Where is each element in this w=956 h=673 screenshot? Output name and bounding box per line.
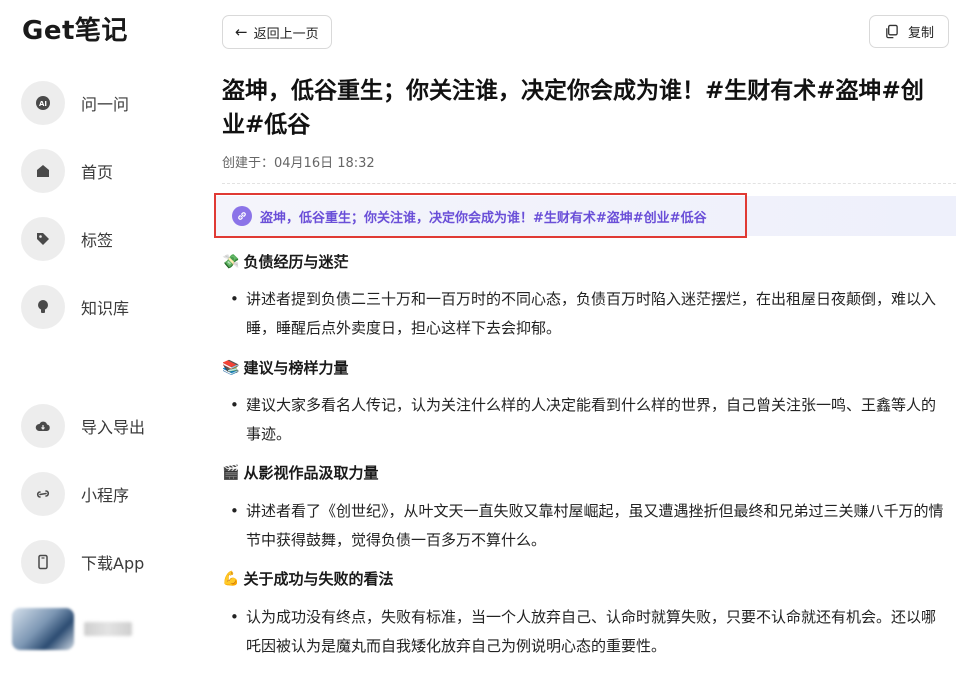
user-profile[interactable]	[12, 608, 132, 650]
books-icon: 📚	[222, 359, 240, 376]
sidebar-item-label: 小程序	[81, 486, 130, 505]
home-icon	[21, 149, 65, 193]
list-item: 讲述者提到负债二三十万和一百万时的不同心态，负债百万时陷入迷茫摆烂，在出租屋日夜…	[230, 285, 950, 343]
section-title: 建议与榜样力量	[243, 359, 349, 377]
sidebar: Get笔记 AI 问一问 首页 标签 知识库 导入导出 小程序 下载App	[0, 0, 196, 673]
tag-icon	[21, 217, 65, 261]
sidebar-item-ask[interactable]: AI 问一问	[21, 81, 191, 125]
copy-button-label: 复制	[907, 26, 934, 41]
arrow-left-icon: ←	[235, 23, 248, 41]
sidebar-item-tags[interactable]: 标签	[21, 217, 191, 261]
section-heading: 📚 建议与榜样力量	[222, 357, 348, 378]
muscle-icon: 💪	[222, 570, 240, 587]
avatar[interactable]	[12, 608, 74, 650]
created-time: 创建于：04月16日 18:32	[222, 156, 375, 171]
sidebar-item-label: 首页	[81, 163, 114, 182]
sidebar-item-label: 下载App	[81, 554, 145, 573]
list-item: 建议大家多看名人传记，认为关注什么样的人决定能看到什么样的世界，自己曾关注张一鸣…	[230, 391, 950, 449]
copy-button[interactable]: 复制	[868, 15, 949, 48]
cloud-icon	[21, 404, 65, 448]
sidebar-item-home[interactable]: 首页	[21, 149, 191, 193]
section-title: 关于成功与失败的看法	[243, 570, 394, 588]
section-heading: 💪 关于成功与失败的看法	[222, 568, 393, 589]
ai-icon: AI	[21, 81, 65, 125]
sidebar-item-download-app[interactable]: 下载App	[21, 540, 191, 584]
section-heading: 💸 负债经历与迷茫	[222, 251, 348, 272]
sidebar-item-label: 问一问	[81, 95, 130, 114]
app-logo[interactable]: Get笔记	[22, 10, 128, 47]
source-link[interactable]: 盗坤，低谷重生；你关注谁，决定你会成为谁！#生财有术#盗坤#创业#低谷	[216, 196, 956, 236]
svg-text:AI: AI	[39, 100, 47, 108]
clapper-icon: 🎬	[222, 464, 240, 481]
section-heading: 🎬 从影视作品汲取力量	[222, 462, 378, 483]
section-title: 负债经历与迷茫	[243, 253, 349, 271]
source-link-text: 盗坤，低谷重生；你关注谁，决定你会成为谁！#生财有术#盗坤#创业#低谷	[260, 210, 707, 226]
note-detail: ← 返回上一页 复制 盗坤，低谷重生；你关注谁，决定你会成为谁！#生财有术#盗坤…	[214, 0, 956, 673]
section-title: 从影视作品汲取力量	[243, 464, 379, 482]
link-icon	[232, 206, 252, 226]
money-icon: 💸	[222, 253, 240, 270]
list-item: 讲述者看了《创世纪》，从叶文天一直失败又靠村屋崛起，虽又遭遇挫折但最终和兄弟过三…	[230, 497, 950, 555]
page-title: 盗坤，低谷重生；你关注谁，决定你会成为谁！#生财有术#盗坤#创业#低谷	[222, 78, 924, 138]
sidebar-item-label: 标签	[81, 231, 114, 250]
sidebar-item-label: 知识库	[81, 299, 130, 318]
bulb-icon	[21, 285, 65, 329]
sidebar-item-import-export[interactable]: 导入导出	[21, 404, 191, 448]
list-item: 认为成功没有终点，失败有标准，当一个人放弃自己、认命时就算失败，只要不认命就还有…	[230, 603, 950, 661]
back-button[interactable]: ← 返回上一页	[222, 15, 332, 49]
sidebar-item-mini-program[interactable]: 小程序	[21, 472, 191, 516]
back-button-label: 返回上一页	[253, 26, 319, 42]
sidebar-item-label: 导入导出	[81, 418, 146, 437]
sidebar-item-knowledge[interactable]: 知识库	[21, 285, 191, 329]
phone-icon	[21, 540, 65, 584]
user-name-blurred	[84, 622, 132, 636]
link-icon	[21, 472, 65, 516]
divider	[222, 183, 956, 184]
copy-icon	[886, 24, 898, 39]
